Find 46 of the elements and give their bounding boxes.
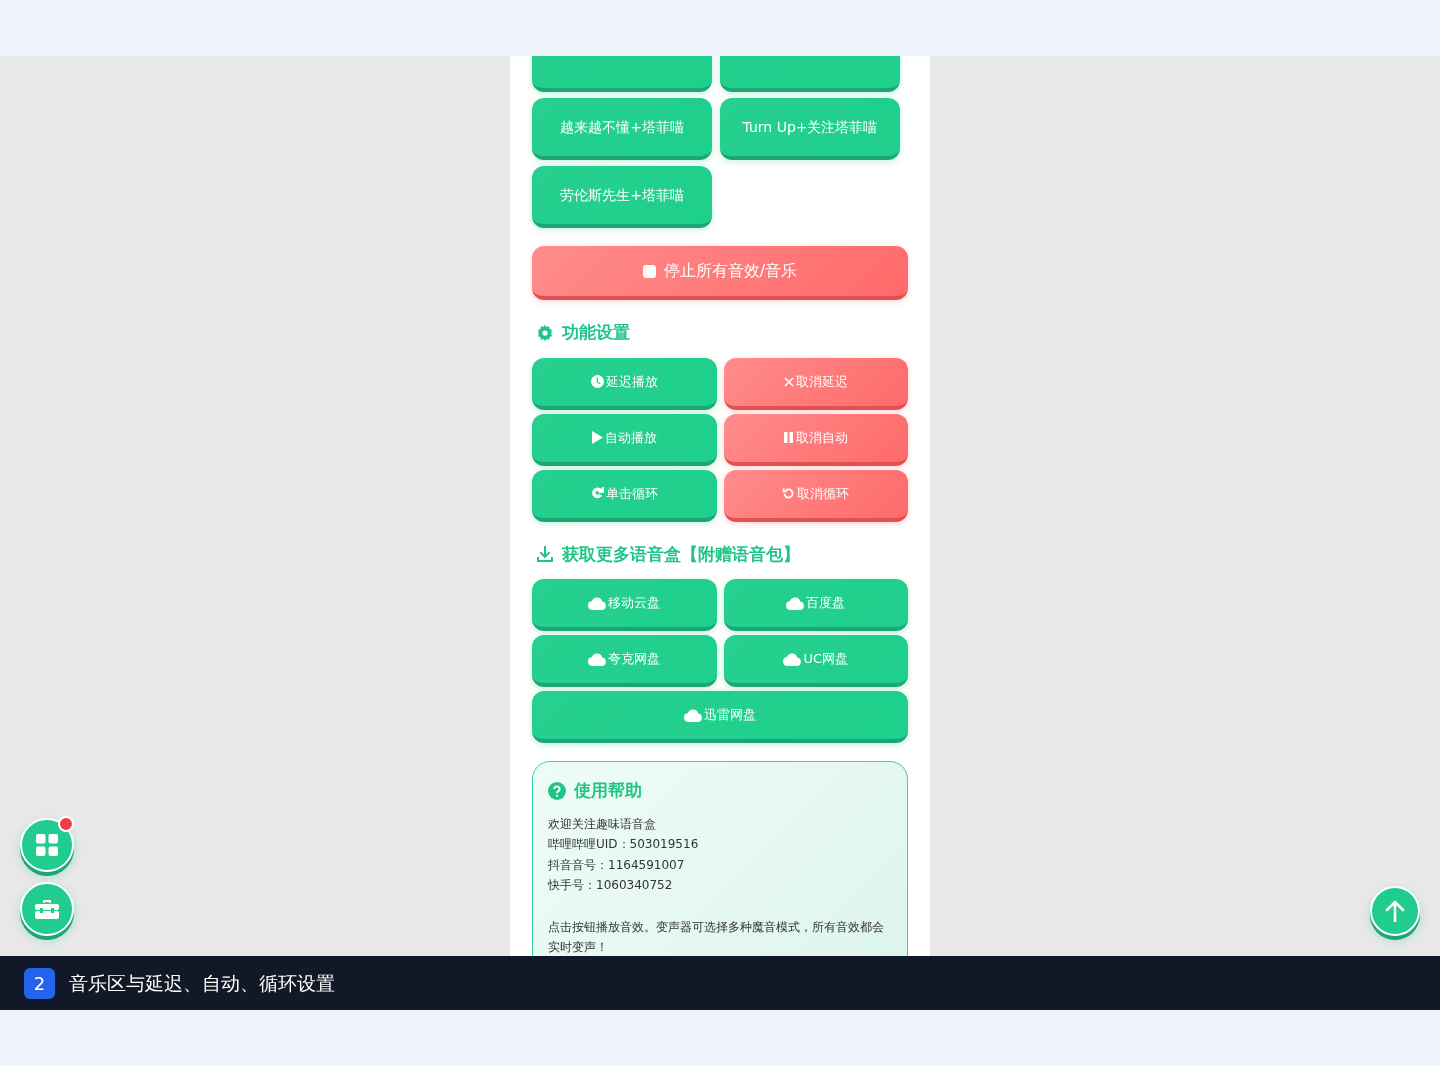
- help-text: 抖音音号：1164591007: [548, 856, 686, 874]
- undo-icon: [782, 487, 796, 500]
- cloud-drive-button[interactable]: 百度盘: [723, 579, 908, 631]
- help-text: 快手号：1060340752: [548, 877, 674, 894]
- stop-icon: [642, 264, 656, 278]
- cloud-drive-button[interactable]: 迅雷网盘: [532, 691, 908, 743]
- sound-button[interactable]: Turn Up+关注塔菲喵: [720, 98, 900, 160]
- cloud-drive-button[interactable]: UC网盘: [723, 635, 908, 687]
- setting-button[interactable]: 自动播放: [532, 413, 717, 466]
- pause-icon: [783, 432, 794, 443]
- sound-button[interactable]: 劳伦斯先生+塔菲喵: [532, 166, 712, 228]
- setting-button[interactable]: 取消自动: [723, 413, 908, 466]
- setting-button[interactable]: 延迟播放: [532, 357, 717, 410]
- cloud-drive-button[interactable]: 移动云盘: [532, 579, 717, 631]
- cloud-icon: [588, 596, 607, 610]
- apps-button[interactable]: [20, 818, 74, 872]
- cloud-icon: [786, 596, 805, 610]
- help-text: 欢迎关注趣味语音盒: [548, 815, 657, 833]
- scroll-top-button[interactable]: [1370, 886, 1420, 936]
- stop-all-button[interactable]: 停止所有音效/音乐: [532, 246, 908, 300]
- setting-button[interactable]: 单击循环: [532, 469, 717, 522]
- help-text: 哔哩哔哩UID：503019516: [548, 836, 700, 853]
- cloud-drive-button[interactable]: 夸克网盘: [532, 635, 717, 687]
- help-note: 点击按钮播放音效。变声器可选择多种魔音模式，所有音效都会实时变声！: [548, 918, 885, 956]
- section-title: 获取更多语音盒【附赠语音包】: [562, 542, 800, 566]
- section-title: 功能设置: [562, 321, 630, 344]
- arrow-up-icon: [1385, 900, 1405, 922]
- redo-icon: [590, 487, 604, 500]
- toolbox-icon: [35, 899, 59, 919]
- caption-text: 音乐区与延迟、自动、循环设置: [69, 970, 335, 996]
- gear-icon: [536, 323, 554, 342]
- grid-icon: [36, 834, 58, 856]
- cloud-icon: [588, 652, 607, 666]
- cloud-icon: [684, 708, 702, 722]
- download-icon: [536, 545, 554, 564]
- setting-button[interactable]: 取消延迟: [723, 357, 908, 410]
- close-icon: [783, 376, 794, 387]
- toolbox-button[interactable]: [20, 882, 74, 936]
- help-icon: [548, 781, 566, 800]
- sound-button[interactable]: 越来越不懂+塔菲喵: [532, 98, 712, 160]
- step-number: 2: [24, 967, 55, 999]
- cloud-icon: [783, 652, 802, 666]
- play-icon: [591, 431, 603, 444]
- clock-icon: [590, 375, 604, 388]
- setting-button[interactable]: 取消循环: [723, 469, 908, 522]
- help-title: 使用帮助: [574, 779, 642, 802]
